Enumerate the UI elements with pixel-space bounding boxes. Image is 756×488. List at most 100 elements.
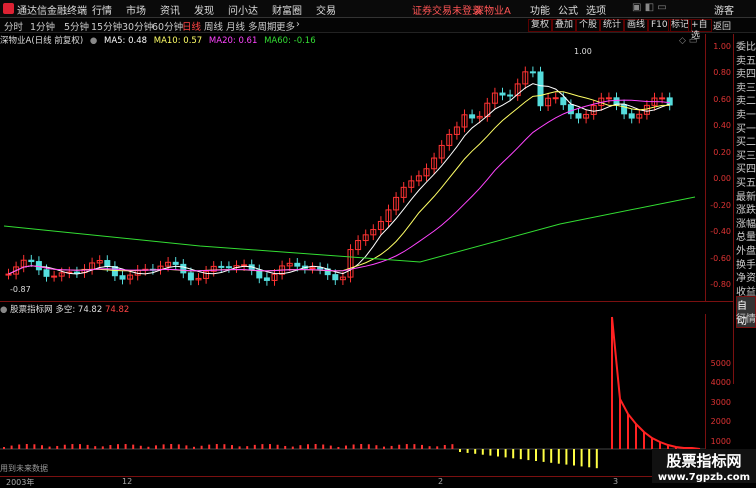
period-tab-monthly[interactable]: 月线 xyxy=(226,19,245,33)
tool-back[interactable]: 返回 xyxy=(713,19,731,32)
date-tick: 2 xyxy=(438,477,444,486)
period-tab-multi[interactable]: 多周期 xyxy=(248,19,277,33)
indicator-tick: 5000 xyxy=(710,359,731,368)
menu-item-trade[interactable]: 交易 xyxy=(316,2,336,17)
menu-item-wealth[interactable]: 财富圈 xyxy=(272,2,302,17)
indicator-tick: 2000 xyxy=(710,417,731,426)
quote-sidebar: 委比 卖五 卖四 卖三 卖二 卖一 买一 买二 买三 买四 买五 最新 涨跌 涨幅 总量 外盘 换手 净资 收益 自动… xyxy=(733,34,756,384)
ma60-line xyxy=(3,196,696,263)
candle-body xyxy=(666,97,673,106)
candle-body xyxy=(73,271,80,274)
indicator-line xyxy=(611,316,701,450)
candle-body xyxy=(119,275,126,280)
menu-item-options[interactable]: 选项 xyxy=(586,2,606,17)
current-stock[interactable]: 深物业A xyxy=(474,2,511,17)
pane-divider xyxy=(0,301,733,302)
price-tick: -0.60 xyxy=(710,254,731,263)
date-axis: 2003年 12 2 3 xyxy=(0,476,733,487)
candle-body xyxy=(499,92,506,96)
candle-body xyxy=(35,261,42,271)
ma5-label: MA5: 0.48 xyxy=(103,36,148,46)
low-annotation: -0.87 xyxy=(10,285,31,294)
candle-body xyxy=(104,260,111,268)
app-logo-icon xyxy=(3,3,14,14)
candle-body xyxy=(537,71,544,107)
price-tick: 0.40 xyxy=(713,121,731,130)
period-tab-30min[interactable]: 30分钟 xyxy=(122,19,153,33)
price-tick: 0.60 xyxy=(713,95,731,104)
indicator-chart[interactable] xyxy=(0,314,705,476)
period-tab-weekly[interactable]: 周线 xyxy=(204,19,223,33)
login-status[interactable]: 证券交易未登录 xyxy=(412,2,482,17)
candle-body xyxy=(180,263,187,274)
menu-bar: 通达信金融终端 行情 市场 资讯 发现 问小达 财富圈 交易 证券交易未登录 深… xyxy=(0,0,756,18)
menu-item-discover[interactable]: 发现 xyxy=(194,2,214,17)
candle-body xyxy=(51,275,58,278)
period-tab-1min[interactable]: 1分钟 xyxy=(30,19,55,33)
guest-label[interactable]: 游客 xyxy=(714,2,734,17)
price-tick: -0.40 xyxy=(710,227,731,236)
candle-body xyxy=(507,94,514,97)
chart-title: 深物业A(日线 前复权) xyxy=(0,36,84,46)
period-tab-60min[interactable]: 60分钟 xyxy=(152,19,183,33)
ma10-line xyxy=(8,91,670,275)
period-tab-5min[interactable]: 5分钟 xyxy=(64,19,89,33)
tool-stock[interactable]: 个股 xyxy=(576,19,601,32)
tool-overlay[interactable]: 叠加 xyxy=(552,19,577,32)
candle-body xyxy=(659,97,666,100)
tool-stats[interactable]: 统计 xyxy=(600,19,625,32)
candle-body xyxy=(567,104,574,115)
candle-body xyxy=(241,264,248,267)
candle-body xyxy=(187,272,194,281)
menu-item-quotes[interactable]: 行情 xyxy=(92,2,112,17)
period-tab-more[interactable]: 更多 xyxy=(276,19,295,33)
menu-item-news[interactable]: 资讯 xyxy=(160,2,180,17)
menu-item-market[interactable]: 市场 xyxy=(126,2,146,17)
price-tick: 0.00 xyxy=(713,174,731,183)
candlestick-chart[interactable]: 1.00 -0.87 xyxy=(0,34,705,302)
tool-add-watchlist[interactable]: +自选 xyxy=(688,19,712,41)
candle-body xyxy=(469,114,476,119)
menu-item-function[interactable]: 功能 xyxy=(530,2,550,17)
date-tick: 3 xyxy=(613,477,619,486)
ma20-label: MA20: 0.61 xyxy=(208,36,258,46)
candle-body xyxy=(605,97,612,100)
info-dot-icon: ● xyxy=(89,36,98,46)
candle-body xyxy=(5,273,12,276)
future-data-warning: 用到未来数据 xyxy=(0,464,48,473)
watermark-title: 股票指标网 xyxy=(652,449,756,472)
indicator-tick: 4000 xyxy=(710,378,731,387)
price-tick: 0.20 xyxy=(713,148,731,157)
candle-body xyxy=(43,269,50,277)
ma60-label: MA60: -0.16 xyxy=(264,36,316,46)
date-tick: 2003年 xyxy=(6,478,35,487)
indicator-tick: 3000 xyxy=(710,398,731,407)
candle-body xyxy=(28,259,35,263)
indicator-svg xyxy=(0,316,705,469)
right-toolbar: 复权 叠加 个股 统计 画线 F10 标记 +自选 xyxy=(528,18,712,41)
menu-item-ask[interactable]: 问小达 xyxy=(228,2,258,17)
menu-item-formula[interactable]: 公式 xyxy=(558,2,578,17)
sidebar-item-20[interactable]: 行情 xyxy=(736,310,756,325)
price-axis: 1.00 0.80 0.60 0.40 0.20 0.00 -0.20 -0.4… xyxy=(705,34,733,302)
candle-body xyxy=(172,261,179,265)
candle-body xyxy=(560,97,567,106)
candle-body xyxy=(294,262,301,267)
chart-config-icon[interactable]: ◇ ▭ xyxy=(679,36,697,46)
price-tick: -0.80 xyxy=(710,280,731,289)
period-tab-daily[interactable]: 日线 xyxy=(182,19,201,33)
tool-restore-rights[interactable]: 复权 xyxy=(528,19,553,32)
candle-body xyxy=(225,266,232,269)
high-annotation: 1.00 xyxy=(574,47,592,56)
ma10-label: MA10: 0.57 xyxy=(153,36,203,46)
period-tab-15min[interactable]: 15分钟 xyxy=(91,19,122,33)
watermark: 股票指标网 www.7gpzb.com xyxy=(652,449,756,487)
candle-body xyxy=(218,265,225,268)
ma-legend: 深物业A(日线 前复权) ● MA5: 0.48 MA10: 0.57 MA20… xyxy=(0,34,320,46)
tool-draw[interactable]: 画线 xyxy=(624,19,649,32)
candle-body xyxy=(263,277,270,281)
date-tick: 12 xyxy=(122,477,133,486)
more-arrow-icon: › xyxy=(296,19,300,30)
period-tab-timeshare[interactable]: 分时 xyxy=(4,19,23,33)
window-controls-icon[interactable]: ▣ ◧ ▭ xyxy=(632,2,667,13)
